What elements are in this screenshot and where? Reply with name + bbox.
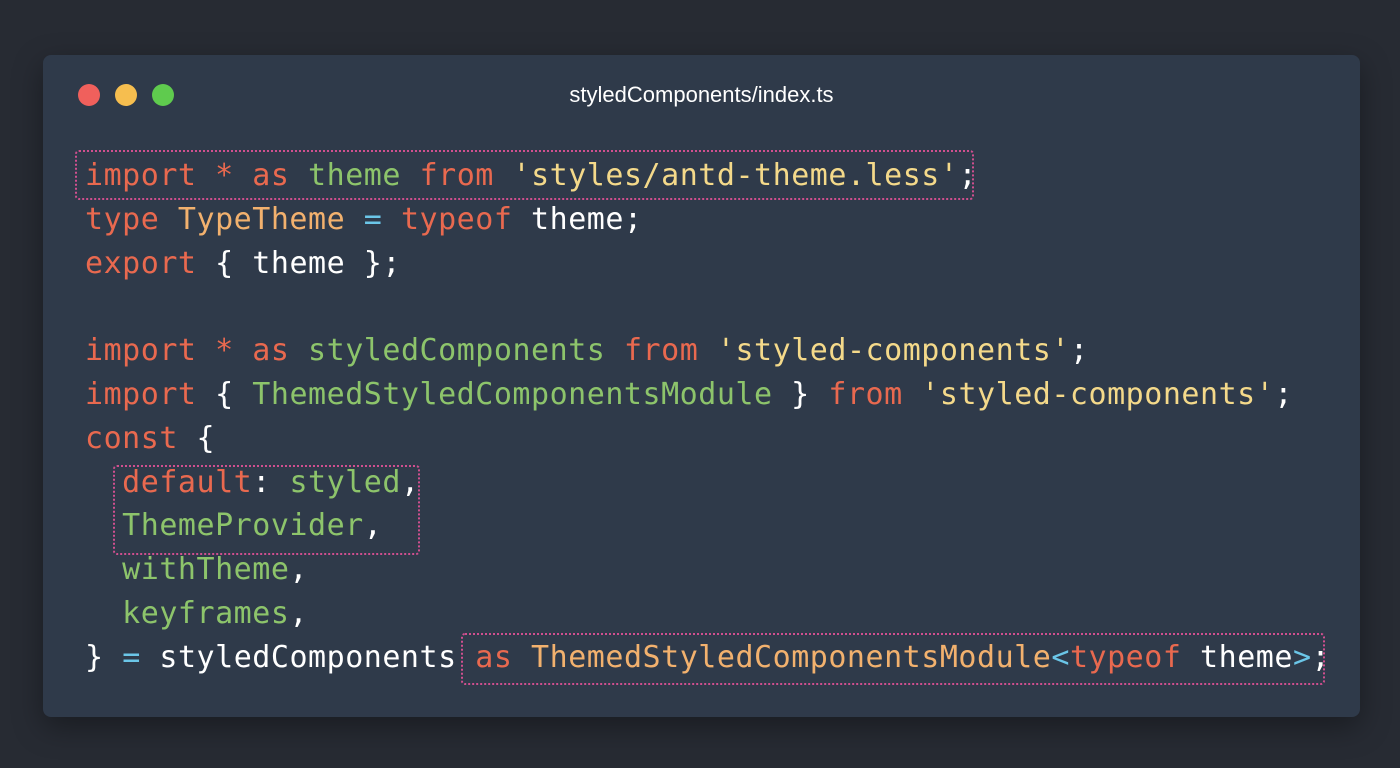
code-token: withTheme [122,552,290,588]
code-line: const { [85,417,1330,461]
code-token: } [85,639,104,675]
code-token: export [85,245,197,281]
code-token: theme [531,201,624,237]
code-token: import [85,376,197,412]
code-token: { [215,245,234,281]
code-token: theme [252,245,346,281]
code-token: const [85,420,178,456]
highlight-destructured-styled [113,465,420,555]
code-token: } [791,376,810,412]
code-line: export { theme }; [85,242,1330,286]
code-token: 'styled-components' [716,333,1070,369]
code-line: keyframes, [85,592,1330,636]
code-window: styledComponents/index.ts import * as th… [43,55,1360,717]
code-token: styledComponents [308,333,606,369]
code-token: { [196,420,216,456]
code-token: as [252,333,290,369]
code-token: type [85,201,160,237]
code-token: TypeTheme [177,201,346,237]
code-token: = [363,201,383,237]
window-title: styledComponents/index.ts [569,82,834,107]
code-token: 'styled-components' [921,376,1275,412]
code-token: , [289,595,308,631]
code-line: import { ThemedStyledComponentsModule } … [85,373,1330,417]
code-token: ; [1274,376,1293,412]
code-line: type TypeTheme = typeof theme; [85,198,1330,242]
code-token: ThemedStyledComponentsModule [252,376,773,412]
code-line: import * as styledComponents from 'style… [85,329,1330,373]
code-token: from [828,376,903,412]
code-token: ; [623,201,643,237]
code-token: = [122,639,141,675]
code-token: import [85,333,197,369]
code-token: styledComponents [159,639,457,675]
code-token: from [623,333,699,369]
code-token: keyframes [122,595,290,631]
code-editor: import * as theme from 'styles/antd-them… [85,154,1330,680]
code-token: }; [363,245,401,281]
code-token: * [215,333,234,369]
code-token: ; [1069,333,1089,369]
code-token: , [289,552,308,588]
highlight-theme-import [75,150,974,200]
code-token: typeof [400,201,513,237]
highlight-type-assertion [461,633,1325,685]
code-token: { [215,376,234,412]
